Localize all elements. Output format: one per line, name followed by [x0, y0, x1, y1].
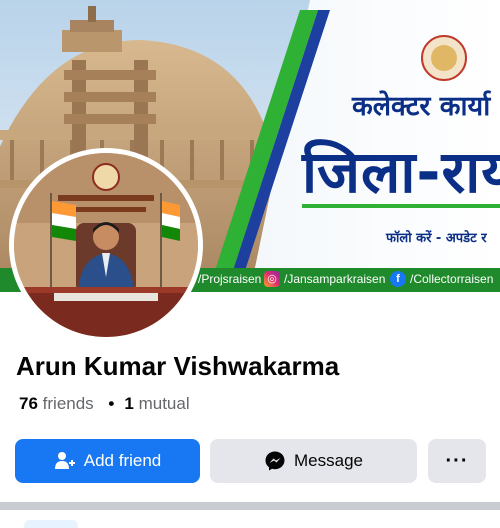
messenger-icon — [265, 451, 285, 471]
section-divider — [0, 502, 500, 510]
mutual-label[interactable]: mutual — [139, 394, 190, 413]
message-button[interactable]: Message — [210, 439, 417, 483]
cover-heading-district: जिला-राय — [302, 138, 500, 206]
social-handle-projsraisen: /Projsraisen — [198, 272, 262, 286]
cover-follow-text: फॉलो करें - अपडेट र — [386, 231, 487, 246]
friend-stats: 76 friends • 1 mutual — [19, 394, 190, 414]
profile-photo-artwork — [14, 153, 198, 337]
more-options-button[interactable]: ··· — [428, 439, 486, 483]
more-dots-icon: ··· — [445, 449, 469, 472]
next-section-chip — [24, 520, 78, 528]
social-handle-collector: /Collectorraisen — [410, 272, 494, 286]
instagram-icon: ◎ — [264, 271, 280, 287]
stats-separator: • — [108, 394, 115, 413]
cover-heading-office: कलेक्टर कार्या — [352, 91, 491, 122]
mutual-count: 1 — [124, 394, 134, 413]
add-person-icon — [54, 452, 75, 469]
facebook-icon: f — [390, 271, 406, 287]
profile-avatar[interactable] — [9, 148, 203, 342]
friends-count: 76 — [19, 394, 38, 413]
add-friend-button[interactable]: Add friend — [15, 439, 200, 483]
message-label: Message — [294, 451, 363, 470]
add-friend-label: Add friend — [83, 451, 162, 470]
profile-page: कलेक्टर कार्या जिला-राय फॉलो करें - अपडे… — [0, 0, 500, 528]
profile-name: Arun Kumar Vishwakarma — [16, 351, 340, 381]
friends-label[interactable]: friends — [43, 394, 94, 413]
profile-photo — [14, 153, 198, 337]
social-handle-jansampark: /Jansamparkraisen — [284, 272, 386, 286]
